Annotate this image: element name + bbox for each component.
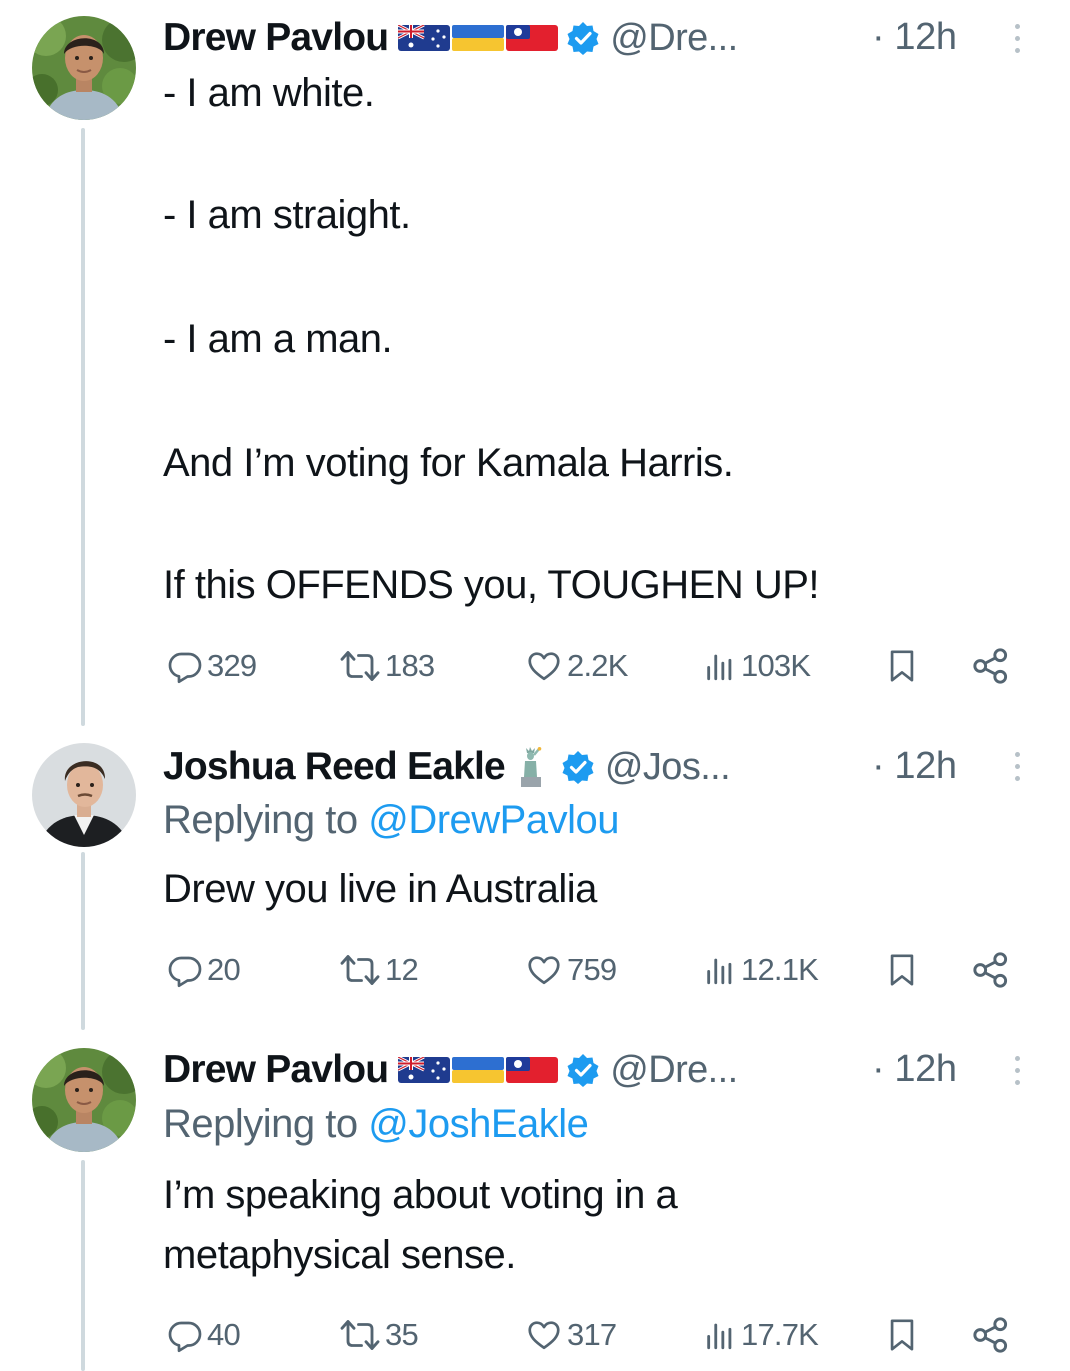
replying-to-label: Replying to [163, 798, 369, 842]
tweet-actions: 329 183 2.2K 103K [163, 641, 1023, 691]
views-chart-icon [707, 958, 732, 985]
tweet[interactable]: Drew Pavlou [0, 0, 1070, 720]
view-count: 17.7K [741, 1317, 819, 1352]
australia-flag-icon [398, 25, 451, 51]
repost-icon [340, 1320, 380, 1350]
bookmark-button[interactable] [885, 641, 919, 691]
repost-count: 12 [385, 952, 419, 987]
replying-to: Replying to @DrewPavlou [163, 798, 619, 843]
taiwan-flag-icon [506, 25, 559, 51]
reply-button[interactable]: 20 [167, 945, 241, 995]
australia-flag-icon [398, 1057, 451, 1083]
verified-badge-icon [562, 751, 594, 784]
more-options-icon[interactable] [1012, 24, 1022, 54]
timestamp[interactable]: · 12h [872, 1048, 957, 1091]
bookmark-icon [890, 650, 914, 682]
tweet-text-line: - I am straight. [163, 193, 411, 237]
tweet[interactable]: Joshua Reed Eakle @Jos... · 12h Replying… [0, 740, 1070, 1040]
tweet-text-line: - I am a man. [163, 317, 393, 361]
user-handle[interactable]: @Dre... [610, 17, 738, 60]
views-chart-icon [707, 1323, 732, 1350]
repost-count: 183 [385, 648, 435, 683]
bookmark-icon [890, 954, 914, 986]
share-icon [973, 952, 1008, 988]
repost-icon [340, 955, 380, 985]
statue-of-liberty-icon [520, 747, 542, 787]
display-name[interactable]: Drew Pavlou [163, 16, 389, 60]
timestamp[interactable]: · 12h [872, 16, 957, 59]
user-handle[interactable]: @Jos... [605, 746, 731, 789]
tweet[interactable]: Drew Pavlou [0, 1046, 1070, 1371]
share-button[interactable] [971, 945, 1011, 995]
bookmark-button[interactable] [885, 1310, 919, 1360]
heart-icon [528, 956, 560, 985]
verified-badge-icon [567, 1054, 599, 1087]
heart-icon [528, 1321, 560, 1350]
tweet-actions: 20 12 759 12.1K [163, 945, 1023, 995]
tweet-actions: 40 35 317 17.7K [163, 1310, 1023, 1360]
views-button[interactable]: 103K [703, 641, 811, 691]
mention-link[interactable]: @DrewPavlou [368, 798, 619, 842]
like-count: 2.2K [567, 648, 628, 683]
mention-link[interactable]: @JoshEakle [368, 1102, 589, 1146]
share-button[interactable] [971, 1310, 1011, 1360]
repost-button[interactable]: 35 [339, 1310, 419, 1360]
like-button[interactable]: 2.2K [525, 641, 628, 691]
views-chart-icon [707, 654, 732, 681]
tweet-text-line: metaphysical sense. [163, 1233, 516, 1277]
flag-emojis [515, 747, 547, 787]
avatar[interactable] [32, 1048, 136, 1152]
flag-emojis [398, 1057, 559, 1083]
reply-button[interactable]: 329 [167, 641, 257, 691]
more-options-icon[interactable] [1012, 1056, 1022, 1086]
ukraine-flag-icon [452, 25, 505, 51]
more-options-icon[interactable] [1012, 752, 1022, 782]
reply-icon [168, 1321, 202, 1353]
view-count: 103K [741, 648, 811, 683]
reply-count: 40 [207, 1317, 241, 1352]
avatar[interactable] [32, 743, 136, 847]
tweet-text-line: Drew you live in Australia [163, 867, 597, 911]
like-button[interactable]: 759 [525, 945, 617, 995]
bookmark-icon [890, 1319, 914, 1351]
share-icon [973, 648, 1008, 684]
flag-emojis [398, 25, 559, 51]
reply-count: 329 [207, 648, 257, 683]
replying-to: Replying to @JoshEakle [163, 1102, 589, 1147]
verified-badge-icon [567, 22, 599, 55]
avatar[interactable] [32, 16, 136, 120]
tweet-text-line: And I’m voting for Kamala Harris. [163, 441, 734, 485]
view-count: 12.1K [741, 952, 819, 987]
views-button[interactable]: 12.1K [703, 945, 819, 995]
replying-to-label: Replying to [163, 1102, 369, 1146]
repost-icon [340, 651, 380, 681]
tweet-text-line: If this OFFENDS you, TOUGHEN UP! [163, 563, 820, 607]
display-name[interactable]: Drew Pavlou [163, 1048, 389, 1092]
ukraine-flag-icon [452, 1057, 505, 1083]
tweet-text-line: - I am white. [163, 71, 375, 115]
reply-icon [168, 652, 202, 684]
taiwan-flag-icon [506, 1057, 559, 1083]
share-icon [973, 1317, 1008, 1353]
user-handle[interactable]: @Dre... [610, 1049, 738, 1092]
like-count: 759 [567, 952, 617, 987]
reply-icon [168, 956, 202, 988]
reply-button[interactable]: 40 [167, 1310, 241, 1360]
like-button[interactable]: 317 [525, 1310, 617, 1360]
reply-count: 20 [207, 952, 241, 987]
views-button[interactable]: 17.7K [703, 1310, 819, 1360]
tweet-text-line: I’m speaking about voting in a [163, 1173, 678, 1217]
like-count: 317 [567, 1317, 617, 1352]
share-button[interactable] [971, 641, 1011, 691]
repost-count: 35 [385, 1317, 419, 1352]
bookmark-button[interactable] [885, 945, 919, 995]
repost-button[interactable]: 183 [339, 641, 435, 691]
heart-icon [528, 652, 560, 681]
display-name[interactable]: Joshua Reed Eakle [163, 745, 506, 789]
timestamp[interactable]: · 12h [872, 745, 957, 788]
repost-button[interactable]: 12 [339, 945, 419, 995]
